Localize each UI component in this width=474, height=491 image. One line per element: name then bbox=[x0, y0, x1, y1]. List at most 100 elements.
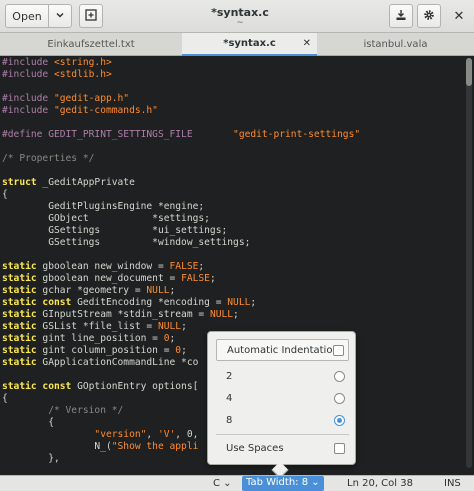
code-token: GApplicationCommandLine *co bbox=[36, 357, 199, 368]
code-token: static bbox=[2, 321, 37, 332]
code-line[interactable]: GSettings *ui_settings; bbox=[2, 225, 360, 237]
cursor-position[interactable]: Ln 20, Col 38 bbox=[347, 478, 413, 489]
code-line[interactable]: #include <stdlib.h> bbox=[2, 69, 360, 81]
code-token: , bbox=[146, 429, 158, 440]
code-line[interactable]: static gboolean new_document = FALSE; bbox=[2, 273, 360, 285]
language-selector[interactable]: C ⌄ bbox=[213, 478, 232, 489]
code-token: static bbox=[2, 285, 37, 296]
code-line[interactable]: { bbox=[2, 189, 360, 201]
document-tabs: Einkaufszettel.txt *syntax.c ✕ istanbul.… bbox=[0, 33, 474, 56]
code-line[interactable]: GSettings *window_settings; bbox=[2, 237, 360, 249]
code-token: { bbox=[2, 417, 54, 428]
tab-width-option-8[interactable]: 8 bbox=[208, 409, 357, 431]
new-tab-button[interactable] bbox=[79, 4, 103, 28]
save-button[interactable] bbox=[389, 4, 413, 28]
automatic-indentation-label: Automatic Indentation bbox=[227, 344, 339, 356]
code-token: GInputStream *stdin_stream = bbox=[36, 309, 210, 320]
code-line[interactable]: #include "gedit-app.h" bbox=[2, 93, 360, 105]
code-line[interactable]: GObject *settings; bbox=[2, 213, 360, 225]
tab-width-radio-8[interactable] bbox=[334, 414, 345, 426]
code-line[interactable]: static gboolean new_window = FALSE; bbox=[2, 261, 360, 273]
code-token: NULL bbox=[227, 297, 251, 308]
code-token: #include bbox=[2, 93, 54, 104]
code-token: ; bbox=[169, 333, 176, 344]
code-token: { bbox=[2, 393, 8, 404]
code-line[interactable]: #include <string.h> bbox=[2, 57, 360, 69]
code-line[interactable]: /* Properties */ bbox=[2, 153, 360, 165]
code-token: NULL bbox=[146, 285, 170, 296]
code-token: static bbox=[2, 333, 37, 344]
code-token: "gedit-print-settings" bbox=[233, 129, 361, 140]
tab-width-option-2[interactable]: 2 bbox=[208, 365, 357, 387]
tab-width-option-label: 4 bbox=[226, 392, 233, 404]
code-line[interactable]: struct _GeditAppPrivate bbox=[2, 177, 360, 189]
tab-einkaufszettel[interactable]: Einkaufszettel.txt bbox=[0, 33, 182, 56]
code-line[interactable] bbox=[2, 117, 360, 129]
code-token: gboolean new_window = bbox=[36, 261, 170, 272]
tab-width-popover: Automatic Indentation 2 4 8 Use Spaces bbox=[207, 331, 356, 465]
code-line[interactable] bbox=[2, 249, 360, 261]
code-line[interactable]: GeditPluginsEngine *engine; bbox=[2, 201, 360, 213]
code-token: #include bbox=[2, 105, 54, 116]
code-line[interactable]: #include "gedit-commands.h" bbox=[2, 105, 360, 117]
scrollbar-track[interactable] bbox=[466, 58, 472, 468]
code-token: gchar *geometry = bbox=[36, 285, 147, 296]
tab-istanbul-vala[interactable]: istanbul.vala bbox=[317, 33, 474, 56]
close-tab-icon[interactable]: ✕ bbox=[303, 38, 311, 49]
tab-width-option-4[interactable]: 4 bbox=[208, 387, 357, 409]
code-token: "gedit-app.h" bbox=[53, 93, 130, 104]
tab-width-option-label: 8 bbox=[226, 414, 233, 426]
code-token: gboolean new_document = bbox=[36, 273, 182, 284]
open-button-label: Open bbox=[12, 9, 42, 23]
code-token: <string.h> bbox=[53, 57, 112, 68]
tab-width-selector[interactable]: Tab Width: 8 ⌄ bbox=[242, 476, 324, 491]
code-token: #define GEDIT_PRINT_SETTINGS_FILE bbox=[2, 129, 234, 140]
code-token: _GeditAppPrivate bbox=[36, 177, 135, 188]
tab-width-radio-4[interactable] bbox=[334, 392, 345, 404]
code-token: { bbox=[2, 189, 8, 200]
gear-icon bbox=[423, 9, 435, 24]
gear-button[interactable] bbox=[417, 4, 441, 28]
code-token: FALSE bbox=[169, 261, 199, 272]
automatic-indentation-checkbox[interactable] bbox=[333, 344, 344, 356]
use-spaces-checkbox[interactable] bbox=[334, 442, 345, 454]
code-token: ; bbox=[181, 321, 187, 332]
scrollbar-thumb[interactable] bbox=[466, 58, 472, 86]
code-line[interactable] bbox=[2, 165, 360, 177]
code-token: gint column_position = bbox=[36, 345, 176, 356]
header-bar: Open *syntax.c ~ ✕ bbox=[0, 0, 474, 33]
tab-width-radio-2[interactable] bbox=[334, 370, 345, 382]
chevron-down-icon bbox=[55, 10, 65, 23]
code-token: "version" bbox=[94, 429, 147, 440]
code-token: GSettings *window_settings; bbox=[2, 237, 251, 248]
code-line[interactable] bbox=[2, 81, 360, 93]
code-line[interactable]: #define GEDIT_PRINT_SETTINGS_FILE "gedit… bbox=[2, 129, 360, 141]
tab-width-option-label: 2 bbox=[226, 370, 233, 382]
code-token: static const bbox=[2, 297, 72, 308]
code-token: "Show the appli bbox=[111, 441, 199, 452]
close-icon[interactable]: ✕ bbox=[451, 9, 467, 25]
tab-label: istanbul.vala bbox=[363, 39, 428, 50]
code-token: static bbox=[2, 309, 37, 320]
window-subtitle: ~ bbox=[236, 18, 244, 28]
use-spaces-toggle[interactable]: Use Spaces bbox=[208, 437, 357, 459]
tab-syntax-c[interactable]: *syntax.c ✕ bbox=[182, 33, 317, 56]
code-token: ; bbox=[250, 297, 257, 308]
automatic-indentation-toggle[interactable]: Automatic Indentation bbox=[216, 339, 349, 361]
code-token: <stdlib.h> bbox=[53, 69, 112, 80]
code-token: gint line_position = bbox=[36, 333, 164, 344]
code-token: GeditEncoding *encoding = bbox=[71, 297, 228, 308]
code-line[interactable] bbox=[2, 141, 360, 153]
code-token: NULL bbox=[157, 321, 182, 332]
code-token: GObject *settings; bbox=[2, 213, 210, 224]
code-line[interactable]: static gchar *geometry = NULL; bbox=[2, 285, 360, 297]
code-line[interactable]: static GInputStream *stdin_stream = NULL… bbox=[2, 309, 360, 321]
open-menu-button[interactable] bbox=[48, 4, 72, 28]
code-token: static bbox=[2, 273, 37, 284]
code-token: ; bbox=[181, 345, 187, 356]
open-button[interactable]: Open bbox=[5, 4, 49, 28]
code-token: }, bbox=[2, 453, 60, 464]
language-label: C bbox=[213, 478, 220, 489]
code-line[interactable]: static const GeditEncoding *encoding = N… bbox=[2, 297, 360, 309]
